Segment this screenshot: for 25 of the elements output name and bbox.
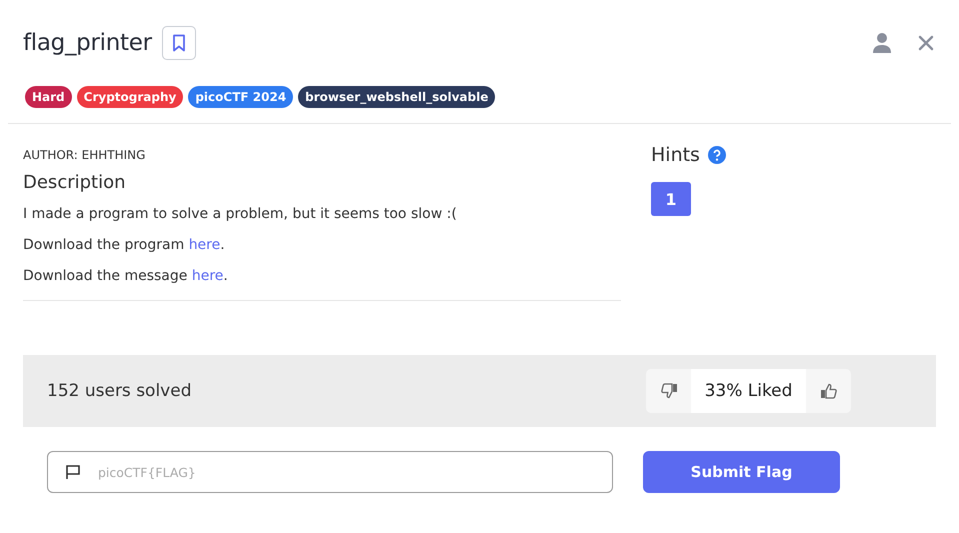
solved-count: 152 users solved xyxy=(47,381,192,401)
description-line: Download the program here. xyxy=(23,236,226,255)
hint-button[interactable]: 1 xyxy=(651,182,691,216)
download-link[interactable]: here xyxy=(188,237,220,253)
tag: browser_webshell_solvable xyxy=(298,86,496,108)
thumbs-up-icon xyxy=(820,382,838,400)
tag: Hard xyxy=(25,86,72,108)
hints-heading: Hints xyxy=(651,144,700,166)
author-label: AUTHOR: EHHTHING xyxy=(23,148,146,162)
tag: Cryptography xyxy=(76,86,184,108)
download-link[interactable]: here xyxy=(192,268,224,284)
help-icon[interactable] xyxy=(708,146,726,164)
like-percentage: 33% Liked xyxy=(691,369,806,413)
description-heading: Description xyxy=(23,172,127,193)
flag-input-field[interactable]: picoCTF{FLAG} xyxy=(47,451,613,493)
bookmark-icon xyxy=(172,34,186,52)
tag: picoCTF 2024 xyxy=(188,86,294,108)
bookmark-button[interactable] xyxy=(162,26,196,60)
thumbs-down-icon xyxy=(660,382,678,400)
user-icon[interactable] xyxy=(872,32,892,54)
description-line: Download the message here. xyxy=(23,267,229,286)
submit-flag-button[interactable]: Submit Flag xyxy=(643,451,840,493)
close-icon[interactable] xyxy=(918,35,934,51)
challenge-title: flag_printer xyxy=(23,30,152,56)
description-line: I made a program to solve a problem, but it seems too slow :( xyxy=(23,205,458,224)
